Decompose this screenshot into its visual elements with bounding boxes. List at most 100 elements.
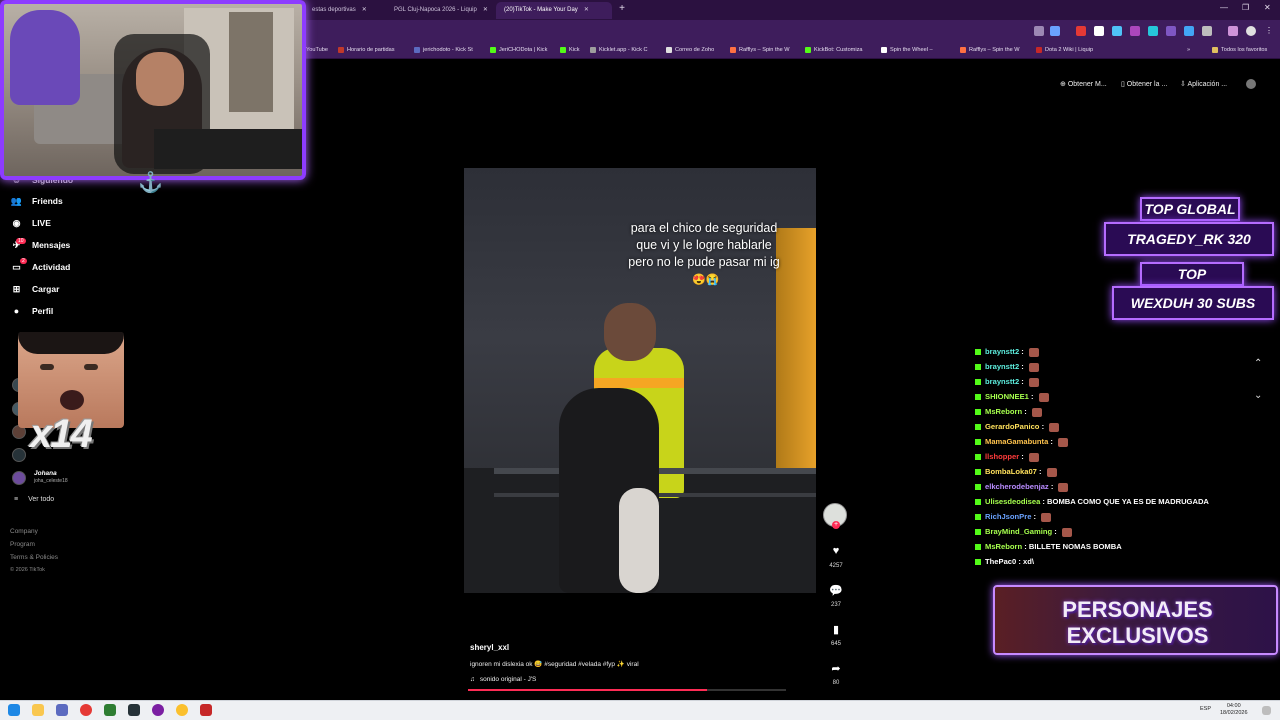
user-avatar[interactable] bbox=[1246, 79, 1256, 89]
share-count: 80 bbox=[832, 680, 840, 686]
extensions-puzzle-icon[interactable] bbox=[1202, 26, 1212, 36]
video-progress-bar[interactable] bbox=[468, 689, 786, 691]
bookmark-item[interactable]: Spin the Wheel – bbox=[881, 44, 933, 57]
extension-icon[interactable] bbox=[1112, 26, 1122, 36]
file-explorer-icon[interactable] bbox=[32, 704, 44, 716]
extension-icon[interactable] bbox=[1184, 26, 1194, 36]
sidebar-item-profile[interactable]: ● Perfil bbox=[10, 303, 53, 319]
chat-username[interactable]: Ulisesdeodisea bbox=[985, 497, 1040, 506]
clock[interactable]: 04:00 18/02/2026 bbox=[1220, 703, 1248, 717]
start-icon[interactable] bbox=[8, 704, 20, 716]
pc-app-button[interactable]: ⇩ Aplicación ... bbox=[1180, 80, 1227, 88]
sidebar-item-upload[interactable]: ⊞ Cargar bbox=[10, 281, 60, 297]
followed-account-name[interactable]: Johana bbox=[34, 470, 57, 477]
steam-icon[interactable] bbox=[128, 704, 140, 716]
emote-icon bbox=[1058, 437, 1069, 447]
followed-avatar[interactable] bbox=[12, 471, 26, 485]
comment-button[interactable]: 💬 237 bbox=[826, 584, 846, 608]
bookmark-item[interactable]: Correo de Zoho bbox=[666, 44, 714, 57]
menu-icon[interactable]: ⋮ bbox=[1264, 26, 1274, 36]
bookmark-item[interactable]: jerichodoto - Kick St bbox=[414, 44, 473, 57]
bookmark-item[interactable]: Rafflys – Spin the W bbox=[730, 44, 790, 57]
tab-pgl[interactable]: PGL Cluj-Napoca 2026 - Liquip ✕ bbox=[386, 2, 494, 19]
chat-username[interactable]: RichJsonPre bbox=[985, 512, 1031, 521]
chat-text: BOMBA COMO QUE YA ES DE MADRUGADA bbox=[1047, 497, 1209, 506]
extension-icon[interactable] bbox=[1076, 26, 1086, 36]
chat-username[interactable]: MsReborn bbox=[985, 542, 1022, 551]
share-button[interactable]: ➦ 80 bbox=[826, 662, 846, 686]
chat-username[interactable]: GerardoPanico bbox=[985, 422, 1039, 431]
profile-avatar-icon[interactable] bbox=[1246, 26, 1256, 36]
chat-username[interactable]: braynstt2 bbox=[985, 362, 1019, 371]
excel-icon[interactable] bbox=[104, 704, 116, 716]
chat-username[interactable]: braynstt2 bbox=[985, 347, 1019, 356]
extension-icon[interactable] bbox=[1130, 26, 1140, 36]
followed-avatar[interactable] bbox=[12, 448, 26, 462]
sidebar-item-live[interactable]: ◉ LIVE bbox=[10, 215, 51, 231]
chevron-down-icon[interactable]: ⌄ bbox=[1254, 390, 1262, 401]
close-tab-icon[interactable]: ✕ bbox=[584, 7, 589, 13]
chat-username[interactable]: SHIONNEE1 bbox=[985, 392, 1029, 401]
bookmark-item[interactable]: Horario de partidas bbox=[338, 44, 395, 57]
tab-deportivas[interactable]: estas deportivas ✕ bbox=[304, 2, 384, 19]
like-button[interactable]: ♥ 4257 bbox=[826, 545, 846, 569]
video-player[interactable]: para el chico de seguridad que vi y le l… bbox=[464, 168, 816, 593]
video-progress-fill bbox=[468, 689, 707, 691]
video-username[interactable]: sheryl_xxl bbox=[470, 643, 509, 652]
all-bookmarks-item[interactable]: Todos los favoritos bbox=[1212, 44, 1267, 57]
star-icon[interactable] bbox=[1050, 26, 1060, 36]
cast-icon[interactable] bbox=[1034, 26, 1044, 36]
kick-badge-icon bbox=[975, 469, 981, 475]
opera-icon[interactable] bbox=[80, 704, 92, 716]
chat-username[interactable]: elkcherodebenjaz bbox=[985, 482, 1049, 491]
see-all-link[interactable]: ≡ Ver todo bbox=[14, 496, 54, 503]
chat-username[interactable]: llshopper bbox=[985, 452, 1019, 461]
language-indicator[interactable]: ESP bbox=[1200, 706, 1211, 713]
close-tab-icon[interactable]: ✕ bbox=[483, 7, 488, 13]
minimize-icon[interactable]: — bbox=[1220, 3, 1228, 12]
extension-icon[interactable] bbox=[1166, 26, 1176, 36]
comment-icon: 💬 bbox=[829, 585, 843, 597]
video-guard-head bbox=[604, 303, 656, 361]
more-bookmarks-icon[interactable]: » bbox=[1187, 44, 1190, 57]
follow-plus-icon[interactable]: + bbox=[832, 521, 840, 529]
chevron-up-icon[interactable]: ⌃ bbox=[1254, 358, 1262, 369]
extension-icon[interactable] bbox=[1148, 26, 1158, 36]
bookmark-item[interactable]: YouTube bbox=[306, 44, 328, 57]
chat-username[interactable]: BrayMind_Gaming bbox=[985, 527, 1052, 536]
save-button[interactable]: ▮ 645 bbox=[826, 623, 846, 647]
footer-terms[interactable]: Terms & Policies bbox=[10, 554, 58, 561]
video-sound[interactable]: ♫ sonido original - J'S bbox=[470, 676, 536, 683]
sidebar-item-friends[interactable]: 👥 Friends bbox=[10, 193, 63, 209]
chat-username[interactable]: MsReborn bbox=[985, 407, 1022, 416]
bookmark-item[interactable]: KickBot: Customiza bbox=[805, 44, 863, 57]
chrome-icon[interactable] bbox=[176, 704, 188, 716]
close-window-icon[interactable]: ✕ bbox=[1264, 3, 1271, 12]
maximize-icon[interactable]: ❐ bbox=[1242, 3, 1249, 12]
extension-icon[interactable] bbox=[1094, 26, 1104, 36]
bookmark-item[interactable]: JeriCHODota | Kick bbox=[490, 44, 547, 57]
taskbar-app-icon[interactable] bbox=[56, 704, 68, 716]
notifications-icon[interactable] bbox=[1262, 706, 1271, 715]
emote-icon bbox=[1038, 392, 1049, 402]
kick-badge-icon bbox=[975, 514, 981, 520]
chat-username[interactable]: ThePac0 bbox=[985, 557, 1016, 566]
footer-company[interactable]: Company bbox=[10, 528, 38, 535]
footer-program[interactable]: Program bbox=[10, 541, 35, 548]
close-tab-icon[interactable]: ✕ bbox=[362, 7, 367, 13]
bookmark-item[interactable]: Rafflys – Spin the W bbox=[960, 44, 1020, 57]
bookmark-item[interactable]: Dota 2 Wiki | Liquip bbox=[1036, 44, 1093, 57]
chat-username[interactable]: braynstt2 bbox=[985, 377, 1019, 386]
emote-icon bbox=[1028, 452, 1039, 462]
get-app-button[interactable]: ▯ Obtener la ... bbox=[1121, 80, 1167, 88]
bookmark-item[interactable]: Kicklet.app - Kick C bbox=[590, 44, 648, 57]
chat-username[interactable]: BombaLoka07 bbox=[985, 467, 1037, 476]
bookmark-item[interactable]: Kick bbox=[560, 44, 580, 57]
new-tab-icon[interactable]: + bbox=[616, 3, 628, 15]
taskbar-app-icon[interactable] bbox=[200, 704, 212, 716]
sidebar-icon[interactable] bbox=[1228, 26, 1238, 36]
chat-username[interactable]: MamaGamabunta bbox=[985, 437, 1048, 446]
get-coins-button[interactable]: ⊕ Obtener M... bbox=[1060, 80, 1107, 88]
obs-icon[interactable] bbox=[152, 704, 164, 716]
tab-tiktok[interactable]: (20)TikTok - Make Your Day ✕ bbox=[496, 2, 612, 19]
